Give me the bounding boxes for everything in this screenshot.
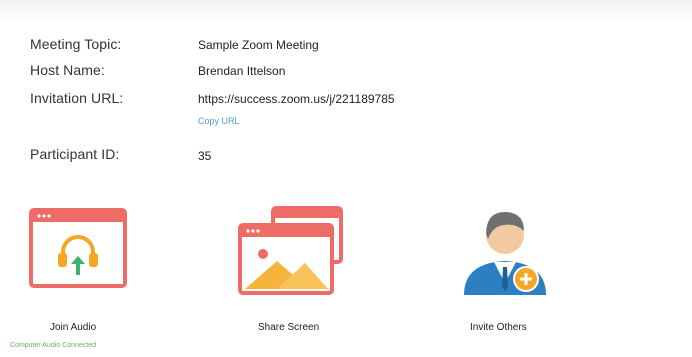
join-audio-label: Join Audio — [50, 322, 97, 333]
invite-others-icon — [460, 205, 550, 297]
invitation-url-label: Invitation URL: — [30, 90, 124, 106]
share-screen-label: Share Screen — [258, 322, 320, 333]
host-name-value: Brendan Ittelson — [198, 64, 286, 78]
meeting-topic-value: Sample Zoom Meeting — [198, 38, 319, 52]
join-audio-icon — [29, 208, 127, 288]
meeting-topic-label: Meeting Topic: — [30, 36, 122, 52]
copy-url-link[interactable]: Copy URL — [198, 116, 240, 126]
share-screen-icon — [237, 205, 345, 297]
participant-id-value: 35 — [198, 149, 212, 163]
audio-status-text: Computer Audio Connected — [10, 342, 96, 349]
invitation-url-value: https://success.zoom.us/j/221189785 — [198, 92, 395, 106]
participant-id-label: Participant ID: — [30, 146, 120, 162]
meeting-info-panel: Meeting Topic: Sample Zoom Meeting Host … — [0, 0, 692, 357]
invite-others-label: Invite Others — [470, 322, 527, 333]
host-name-label: Host Name: — [30, 62, 105, 78]
